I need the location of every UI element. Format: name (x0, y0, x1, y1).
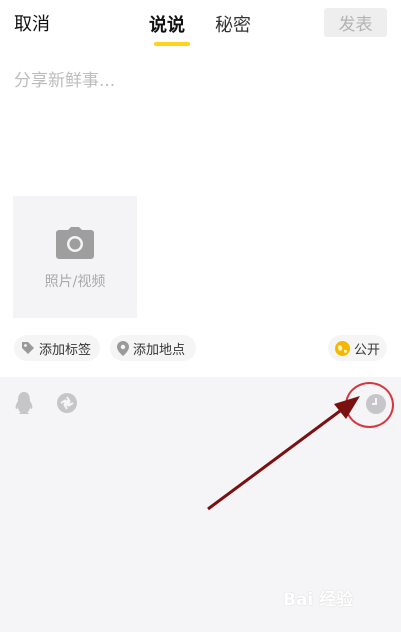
qq-penguin-icon[interactable] (14, 392, 34, 414)
publish-button-label: 发表 (338, 15, 373, 35)
post-input-placeholder: 分享新鲜事... (14, 71, 116, 91)
globe-icon (335, 340, 350, 356)
add-tag-chip[interactable]: 添加标签 (14, 335, 100, 361)
location-pin-icon (117, 340, 129, 356)
watermark: Bai 经验 (283, 590, 354, 610)
add-tag-label: 添加标签 (39, 342, 92, 358)
clock-icon[interactable] (366, 394, 386, 414)
post-text-input[interactable]: 分享新鲜事... (0, 52, 401, 182)
tab-shuoshuo[interactable]: 说说 (149, 11, 185, 37)
visibility-label: 公开 (354, 342, 381, 358)
active-tab-indicator (154, 42, 190, 46)
visibility-chip[interactable]: 公开 (328, 335, 387, 361)
add-photo-video-label: 照片/视频 (44, 274, 106, 290)
top-bar: 取消 说说 秘密 发表 (0, 0, 401, 50)
add-location-chip[interactable]: 添加地点 (110, 335, 196, 361)
tag-icon (22, 342, 34, 354)
tab-secret[interactable]: 秘密 (215, 11, 251, 37)
camera-shutter-icon[interactable] (57, 393, 77, 413)
cancel-button[interactable]: 取消 (14, 10, 50, 36)
add-location-label: 添加地点 (133, 342, 186, 358)
camera-icon (56, 227, 94, 259)
publish-button[interactable]: 发表 (324, 8, 387, 37)
add-photo-video-button[interactable]: 照片/视频 (13, 196, 137, 318)
